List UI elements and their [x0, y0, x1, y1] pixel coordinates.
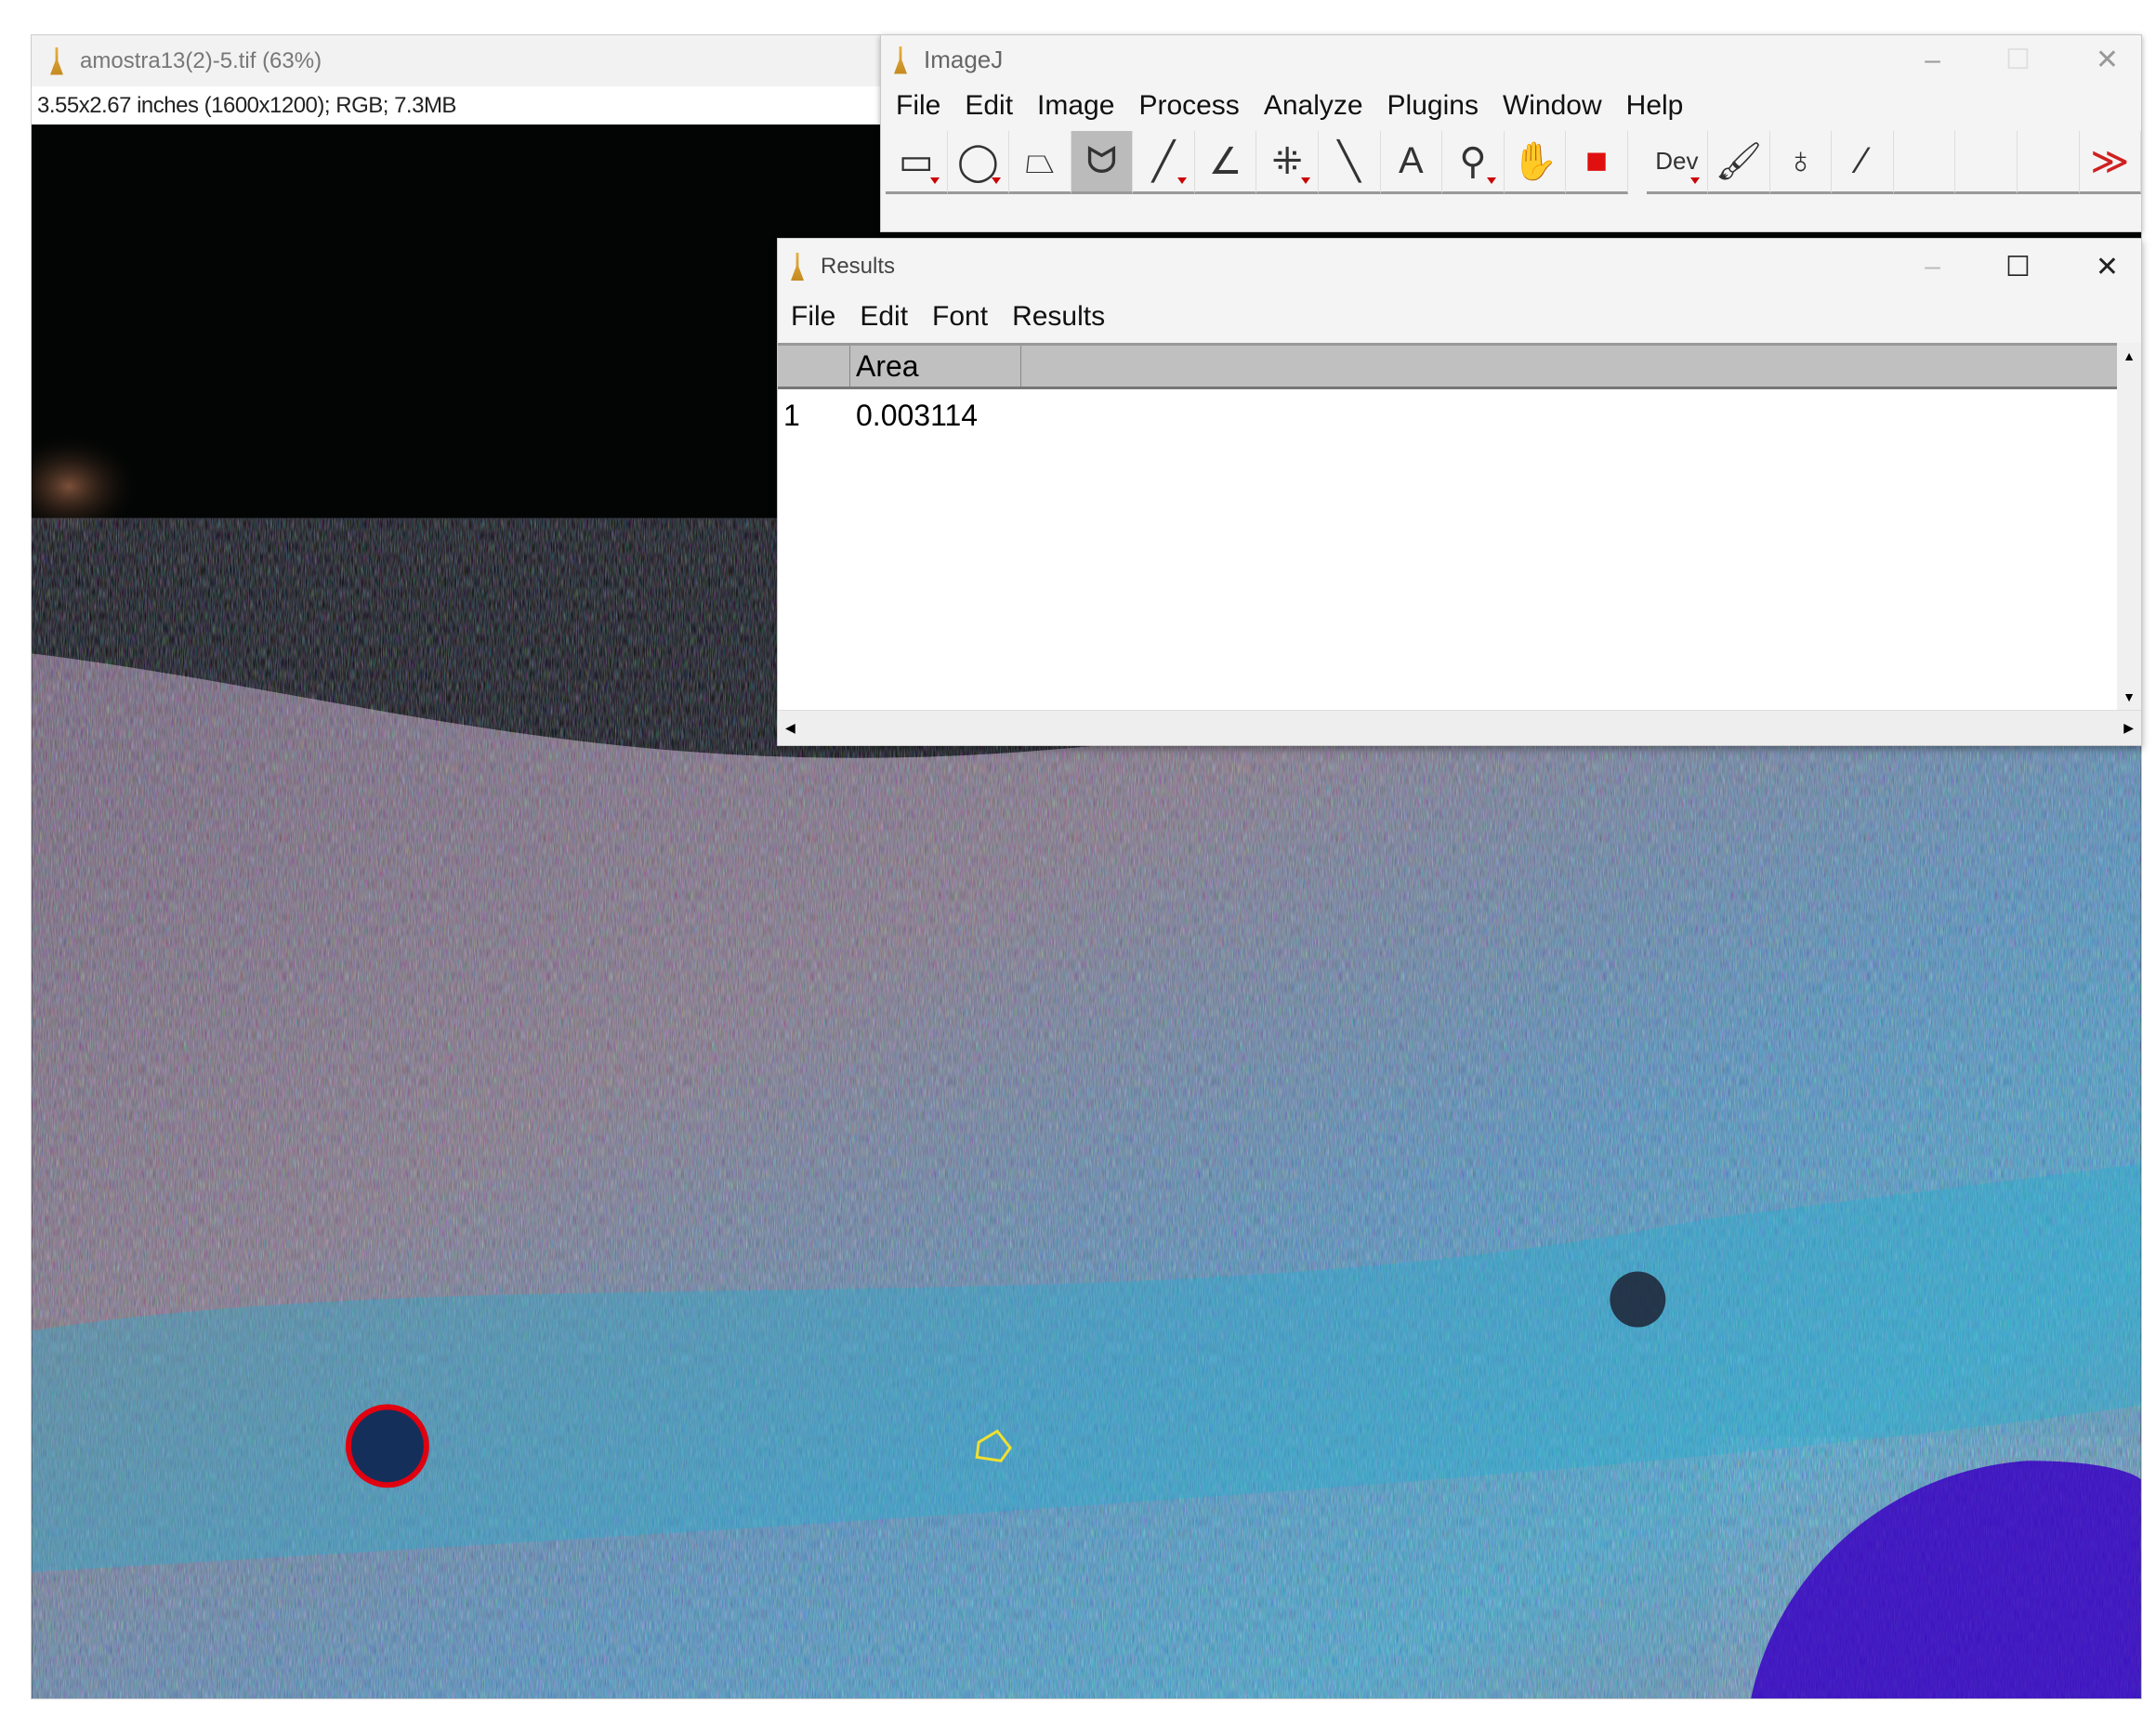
text-tool[interactable]: A — [1380, 131, 1443, 194]
imagej-microscope-icon — [791, 253, 804, 281]
pipette-tool[interactable]: ⁄ — [1832, 131, 1894, 194]
empty-slot[interactable] — [1893, 131, 1956, 194]
multipoint-tool[interactable]: ⁜ — [1256, 131, 1319, 194]
freehand-tool[interactable]: ᗢ — [1071, 131, 1134, 194]
menu-plugins[interactable]: Plugins — [1387, 90, 1479, 122]
menu-font[interactable]: Font — [932, 301, 988, 333]
dark-spot — [1610, 1271, 1666, 1328]
menu-results[interactable]: Results — [1012, 301, 1105, 333]
close-button[interactable]: ✕ — [2096, 251, 2119, 283]
image-window-title: amostra13(2)-5.tif (63%) — [80, 47, 322, 73]
multipoint-icon: ⁜ — [1271, 140, 1303, 182]
minimize-button[interactable]: – — [1925, 45, 1940, 76]
angle-tool[interactable]: ∠ — [1194, 131, 1257, 194]
empty-slot[interactable] — [1955, 131, 2018, 194]
results-menubar: File Edit Font Results — [778, 295, 2141, 339]
imagej-microscope-icon — [50, 46, 63, 75]
color-picker-icon: ■ — [1584, 140, 1609, 181]
angle-icon: ∠ — [1208, 140, 1242, 182]
pipette-icon: ⁄ — [1859, 140, 1866, 181]
flood-fill-tool[interactable]: ♁ — [1769, 131, 1833, 194]
developer-icon: Dev — [1655, 147, 1699, 175]
line-tool[interactable]: ╱ — [1133, 131, 1195, 194]
toolbar-separator — [1628, 131, 1647, 194]
area-value: 0.003114 — [856, 398, 979, 432]
scroll-right-icon[interactable]: ▶ — [2123, 720, 2134, 736]
wand-tool[interactable]: ╲ — [1318, 131, 1381, 194]
results-title: Results — [821, 254, 896, 279]
brush-tool[interactable]: 🖌 — [1708, 131, 1770, 194]
maximize-button[interactable]: ☐ — [2005, 44, 2031, 76]
menu-file[interactable]: File — [896, 90, 940, 122]
flood-fill-icon: ♁ — [1786, 140, 1815, 181]
imagej-titlebar[interactable]: ImageJ – ☐ ✕ — [881, 35, 2141, 85]
hand-tool[interactable]: ✋ — [1504, 131, 1567, 194]
red-circle-roi — [345, 1404, 429, 1488]
dropdown-indicator-icon — [1486, 177, 1496, 184]
magnifier-tool[interactable]: ⚲ — [1442, 131, 1505, 194]
dropdown-indicator-icon — [929, 177, 940, 184]
menu-process[interactable]: Process — [1138, 90, 1239, 122]
rectangle-tool[interactable]: ▭ — [886, 131, 948, 194]
imagej-toolbar: ▭ ◯ ⏢ ᗢ ╱ ∠ ⁜ ╲ A ⚲ ✋ ■ Dev 🖌 ♁ ⁄ ≫ — [881, 131, 2142, 194]
results-titlebar[interactable]: Results – ☐ ✕ — [778, 239, 2141, 295]
dropdown-indicator-icon — [1177, 177, 1187, 184]
row-index: 1 — [783, 398, 800, 432]
menu-edit[interactable]: Edit — [965, 90, 1013, 122]
scroll-left-icon[interactable]: ◀ — [785, 720, 795, 736]
freehand-icon: ᗢ — [1085, 140, 1118, 181]
menu-edit[interactable]: Edit — [860, 301, 908, 333]
menu-window[interactable]: Window — [1503, 90, 1602, 122]
dropdown-indicator-icon — [1690, 177, 1701, 184]
menu-image[interactable]: Image — [1037, 90, 1114, 122]
line-icon: ╱ — [1151, 140, 1176, 182]
menu-file[interactable]: File — [791, 301, 835, 333]
column-header-area[interactable]: Area — [850, 346, 1021, 387]
imagej-title: ImageJ — [924, 46, 1004, 73]
hand-icon: ✋ — [1511, 141, 1558, 182]
imagej-microscope-icon — [894, 46, 907, 74]
more-tools[interactable]: ≫ — [2079, 131, 2142, 194]
imagej-menubar: File Edit Image Process Analyze Plugins Window… — [881, 85, 2141, 127]
maximize-button[interactable]: ☐ — [2005, 251, 2031, 283]
polygon-icon: ⏢ — [1024, 140, 1055, 181]
dropdown-indicator-icon — [1300, 177, 1310, 184]
rectangle-icon: ▭ — [898, 140, 934, 182]
brush-icon: 🖌 — [1715, 141, 1763, 182]
magnifier-icon: ⚲ — [1459, 140, 1487, 182]
table-header: Area — [778, 343, 2117, 389]
vertical-scrollbar[interactable]: ▲ ▼ — [2117, 343, 2141, 710]
results-window: Results – ☐ ✕ File Edit Font Results Area 1 0.… — [777, 238, 2142, 746]
column-header-index[interactable] — [778, 346, 850, 387]
wand-icon: ╲ — [1337, 140, 1361, 182]
oval-icon: ◯ — [956, 140, 999, 182]
developer-menu[interactable]: Dev — [1646, 131, 1709, 194]
imagej-main-window: ImageJ – ☐ ✕ File Edit Image Process Analyze Pl… — [880, 34, 2142, 232]
results-table: Area 1 0.003114 — [778, 343, 2117, 710]
horizontal-scrollbar[interactable]: ◀ ▶ — [778, 710, 2141, 745]
more-tools-icon: ≫ — [2090, 140, 2130, 182]
close-button[interactable]: ✕ — [2096, 44, 2119, 76]
dropdown-indicator-icon — [992, 177, 1002, 184]
table-row[interactable]: 1 0.003114 — [778, 389, 2117, 441]
text-icon: A — [1398, 140, 1424, 181]
empty-slot[interactable] — [2017, 131, 2080, 194]
menu-help[interactable]: Help — [1626, 90, 1684, 122]
oval-tool[interactable]: ◯ — [947, 131, 1010, 194]
minimize-button[interactable]: – — [1925, 251, 1940, 282]
menu-analyze[interactable]: Analyze — [1264, 90, 1363, 122]
color-picker-tool[interactable]: ■ — [1566, 131, 1628, 194]
polygon-tool[interactable]: ⏢ — [1009, 131, 1071, 194]
